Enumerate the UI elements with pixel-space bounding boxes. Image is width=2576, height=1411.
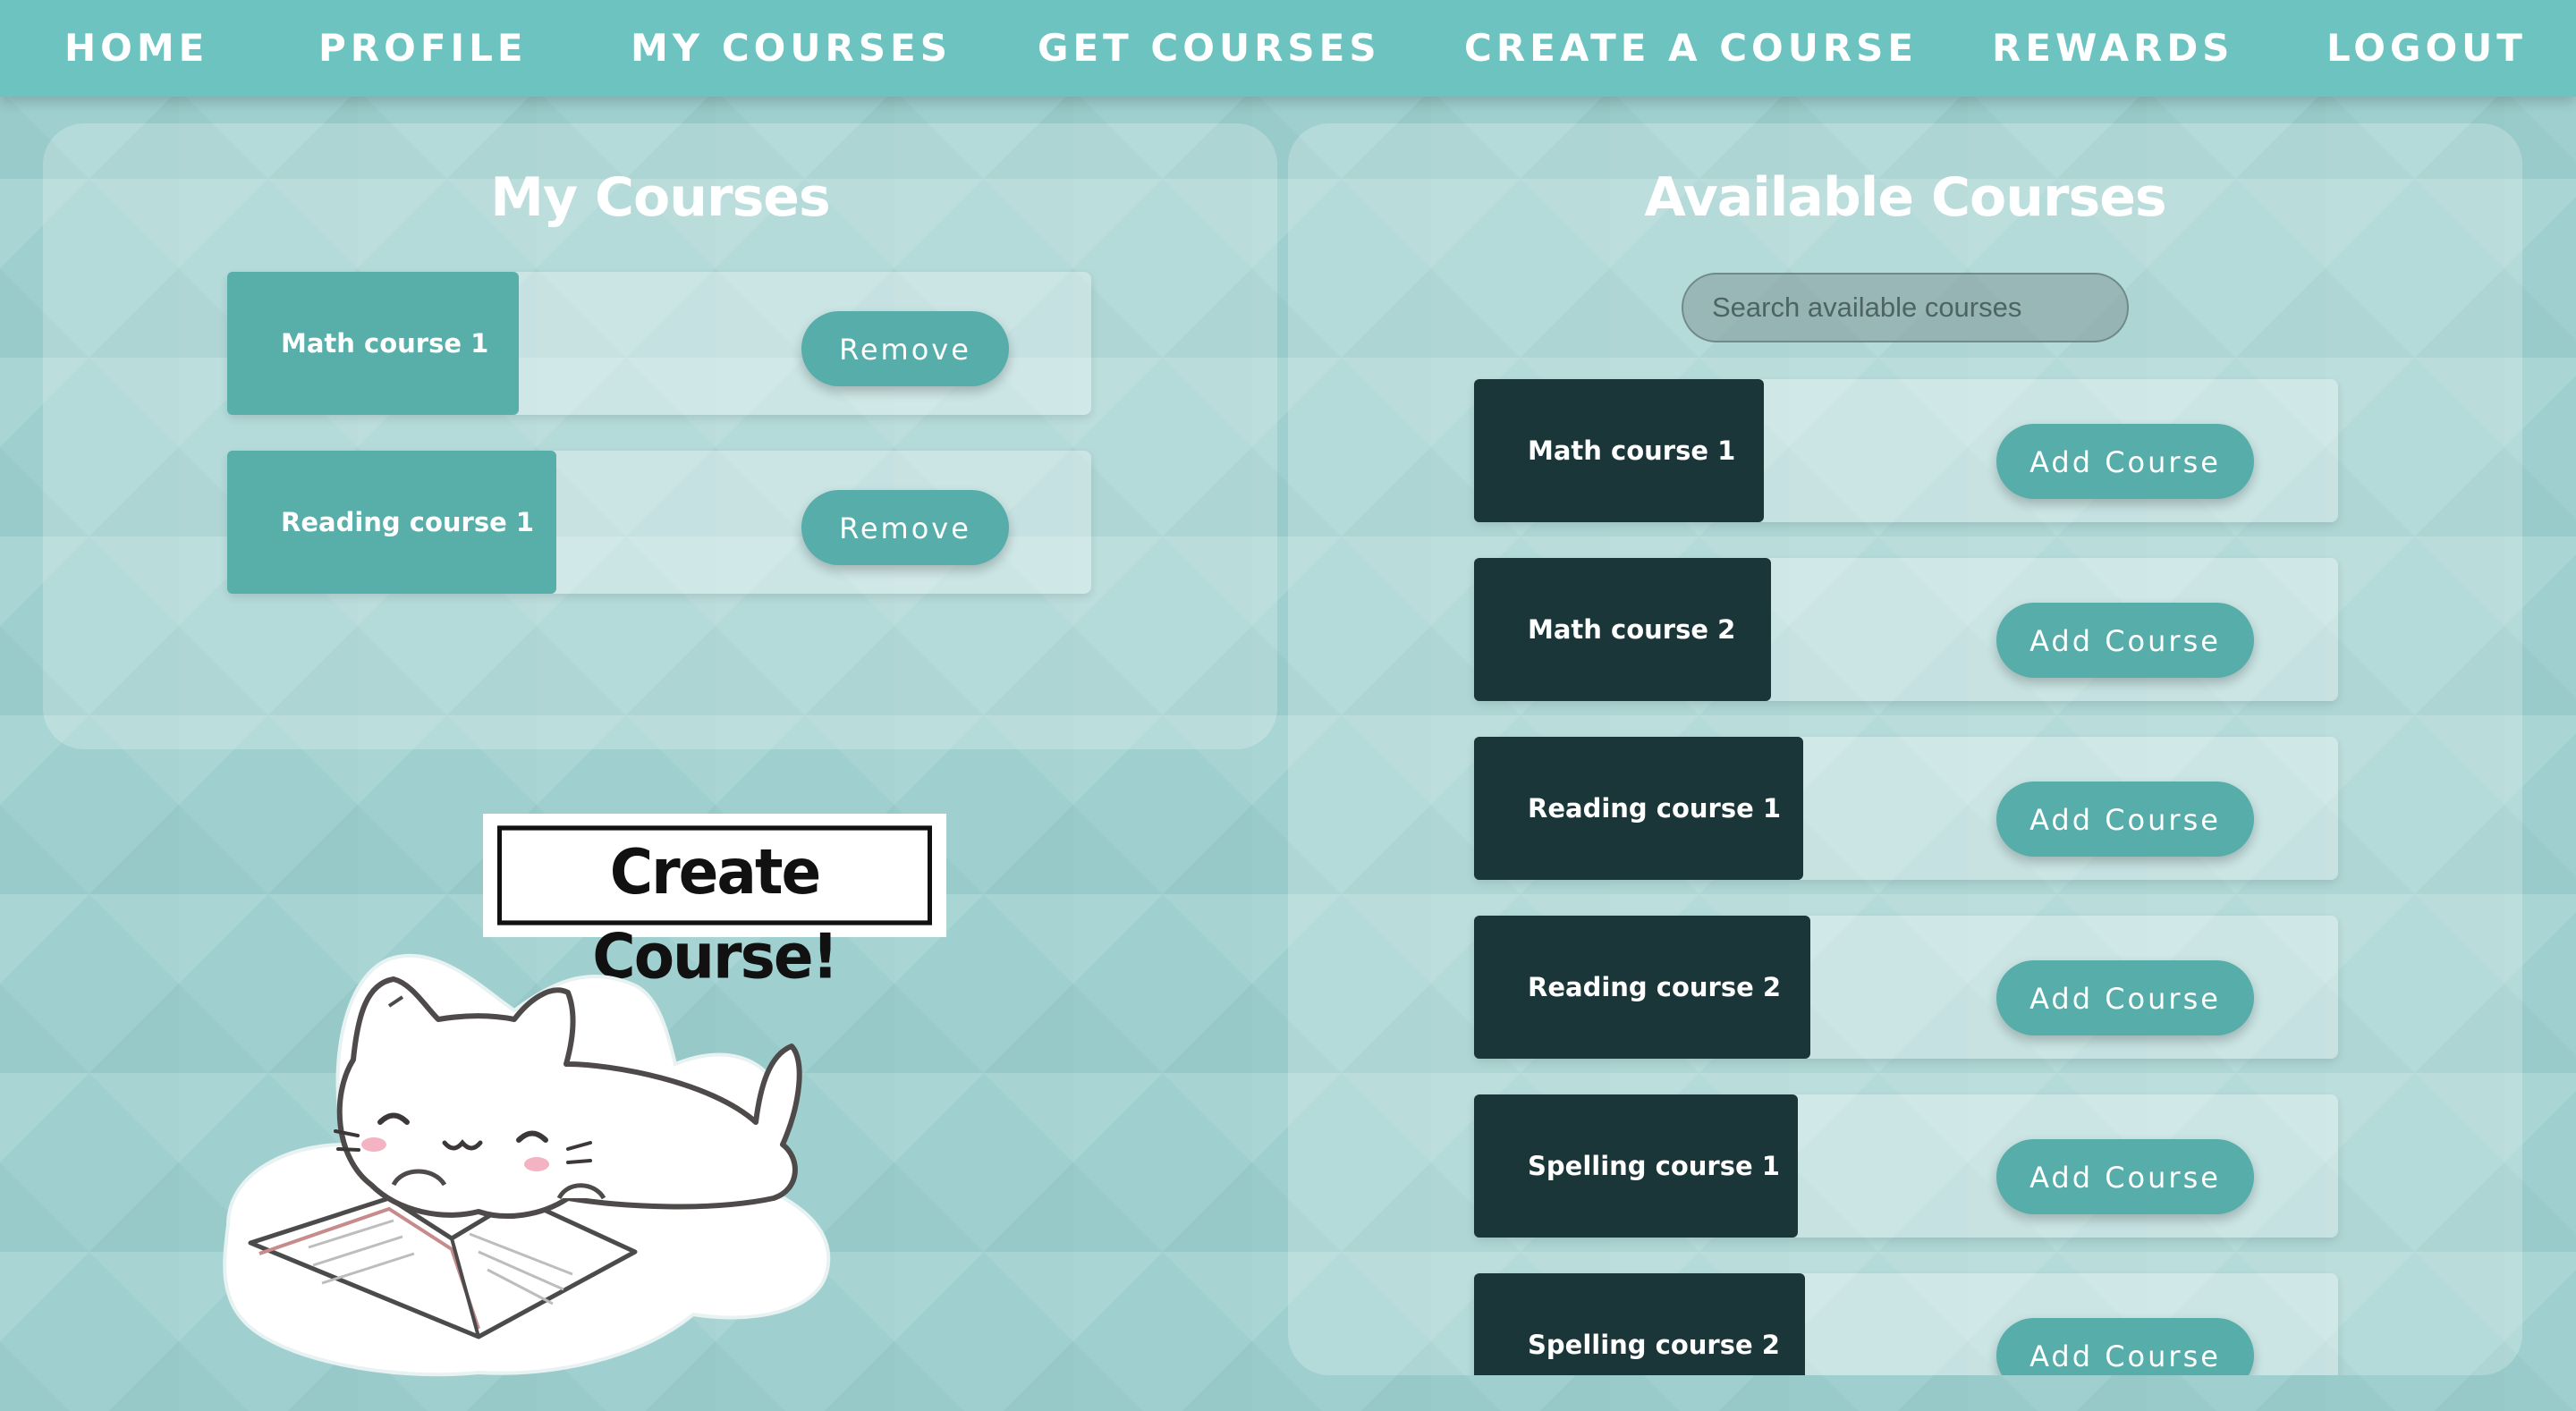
add-course-button[interactable]: Add Course <box>1996 424 2254 499</box>
available-course-row: Spelling course 1 Add Course <box>1474 1094 2338 1238</box>
my-courses-panel: My Courses Math course 1 Remove Reading … <box>43 123 1277 749</box>
my-course-row: Reading course 1 Remove <box>227 451 1091 594</box>
create-course-label: Create Course! <box>497 825 932 993</box>
course-name: Math course 1 <box>1474 379 1764 522</box>
top-nav: HOME PROFILE MY COURSES GET COURSES CREA… <box>0 0 2576 97</box>
course-name: Reading course 1 <box>227 451 556 594</box>
course-name: Reading course 2 <box>1474 916 1810 1059</box>
available-courses-list: Math course 1 Add Course Math course 2 A… <box>1288 376 2522 1375</box>
nav-logout[interactable]: LOGOUT <box>2326 0 2527 97</box>
available-course-row: Spelling course 2 Add Course <box>1474 1273 2338 1375</box>
nav-create-a-course[interactable]: CREATE A COURSE <box>1464 0 1918 97</box>
nav-get-courses[interactable]: GET COURSES <box>1038 0 1381 97</box>
available-course-row: Reading course 2 Add Course <box>1474 916 2338 1059</box>
add-course-button[interactable]: Add Course <box>1996 960 2254 1035</box>
available-course-row: Math course 1 Add Course <box>1474 379 2338 522</box>
add-course-button[interactable]: Add Course <box>1996 782 2254 857</box>
create-course-sign[interactable]: Create Course! <box>483 814 946 993</box>
add-course-button[interactable]: Add Course <box>1996 603 2254 678</box>
nav-my-courses[interactable]: MY COURSES <box>631 0 952 97</box>
add-course-button[interactable]: Add Course <box>1996 1139 2254 1214</box>
course-name: Reading course 1 <box>1474 737 1803 880</box>
search-input[interactable] <box>1682 273 2129 342</box>
available-courses-title: Available Courses <box>1644 166 2166 229</box>
my-course-row: Math course 1 Remove <box>227 272 1091 415</box>
remove-button[interactable]: Remove <box>801 490 1009 565</box>
course-name: Spelling course 2 <box>1474 1273 1805 1375</box>
reading-cat-sticker[interactable] <box>210 930 908 1386</box>
remove-button[interactable]: Remove <box>801 311 1009 386</box>
nav-rewards[interactable]: REWARDS <box>1992 0 2233 97</box>
my-courses-title: My Courses <box>490 166 830 229</box>
nav-profile[interactable]: PROFILE <box>318 0 528 97</box>
course-name: Math course 1 <box>227 272 519 415</box>
available-course-row: Reading course 1 Add Course <box>1474 737 2338 880</box>
course-name: Math course 2 <box>1474 558 1771 701</box>
nav-home[interactable]: HOME <box>64 0 208 97</box>
available-course-row: Math course 2 Add Course <box>1474 558 2338 701</box>
add-course-button[interactable]: Add Course <box>1996 1318 2254 1375</box>
course-name: Spelling course 1 <box>1474 1094 1798 1238</box>
